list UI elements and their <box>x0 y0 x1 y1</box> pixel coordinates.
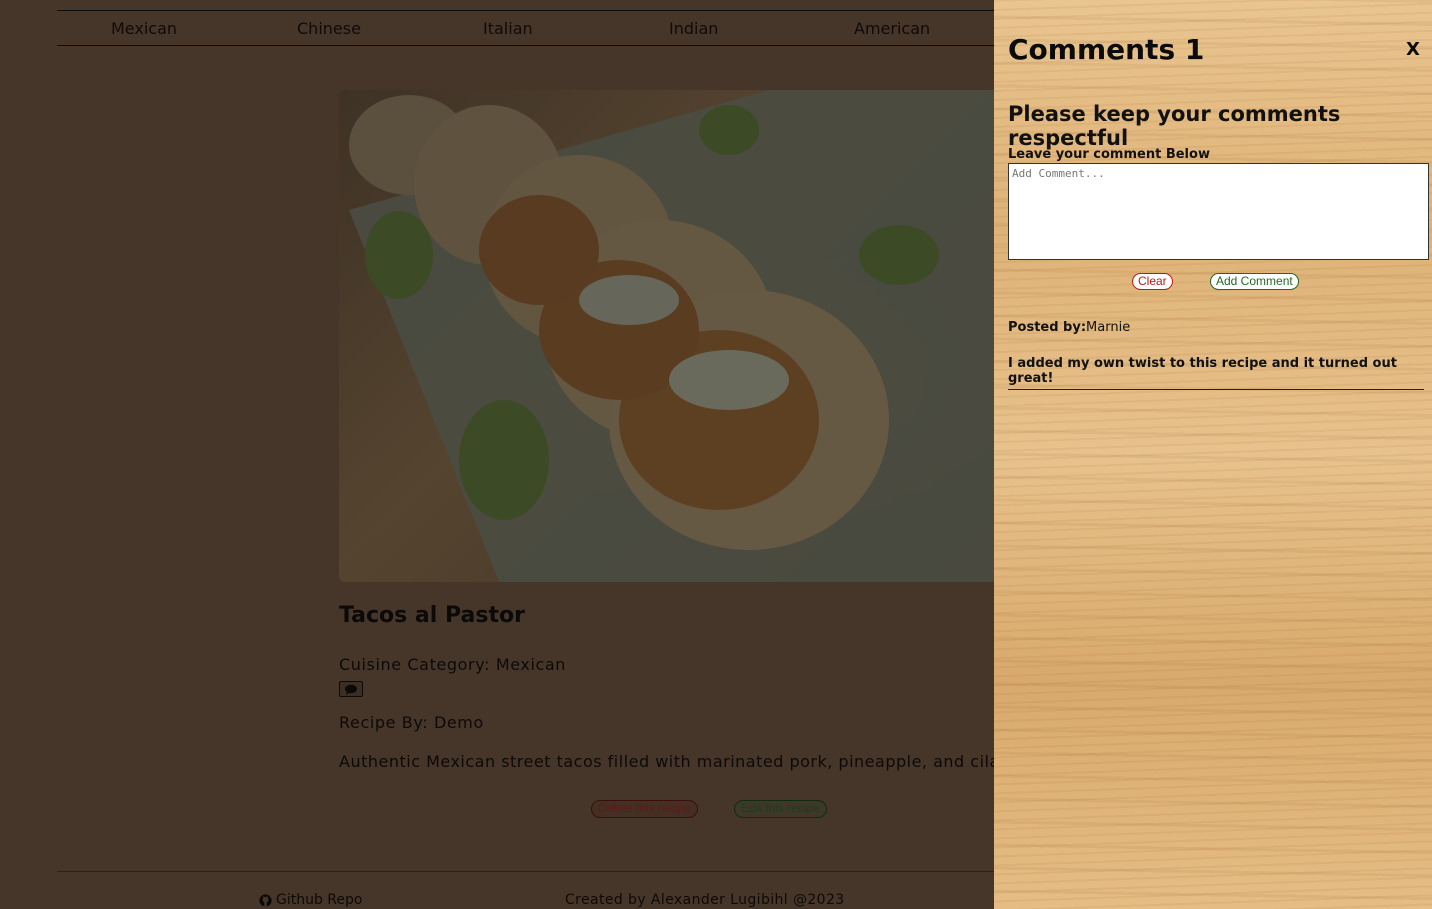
footer-divider <box>57 871 1057 872</box>
comment-divider <box>1008 389 1424 390</box>
recipe-title: Tacos al Pastor <box>339 603 525 628</box>
nav-item-indian[interactable]: Indian <box>669 19 718 38</box>
clear-comment-button[interactable]: Clear <box>1132 273 1173 290</box>
comment-author: Posted by:Marnie <box>1008 320 1130 335</box>
github-repo-label: Github Repo <box>276 892 363 908</box>
cuisine-category: Cuisine Category: Mexican <box>339 655 566 674</box>
posted-by-label: Posted by: <box>1008 320 1087 335</box>
nav-item-mexican[interactable]: Mexican <box>111 19 177 38</box>
comment-input[interactable] <box>1008 163 1429 260</box>
author-value: Demo <box>433 713 484 732</box>
cuisine-nav: Mexican Chinese Italian Indian American <box>57 10 1057 46</box>
cuisine-value: Mexican <box>495 655 567 674</box>
recipe-author: Recipe By: Demo <box>339 713 484 732</box>
comments-title: Comments 1 <box>1008 33 1205 66</box>
comment-field-label: Leave your comment Below <box>1008 147 1210 162</box>
github-repo-link[interactable]: Github Repo <box>259 892 362 908</box>
comment-body: I added my own twist to this recipe and … <box>1008 356 1397 386</box>
comments-drawer: Comments 1 X Please keep your comments r… <box>994 0 1432 909</box>
author-label: Recipe By: <box>339 713 429 732</box>
cuisine-label: Cuisine Category: <box>339 655 491 674</box>
github-icon <box>259 893 272 907</box>
close-comments-button[interactable]: X <box>1406 39 1420 60</box>
edit-recipe-button[interactable]: Edit this recipe <box>734 800 827 818</box>
recipe-image <box>339 90 1039 582</box>
open-comments-button[interactable] <box>339 681 363 697</box>
nav-item-italian[interactable]: Italian <box>483 19 533 38</box>
footer-credit: Created by Alexander Lugibihl @2023 <box>565 892 845 908</box>
comment-author-name: Marnie <box>1086 320 1131 335</box>
speech-bubble-icon <box>345 684 357 695</box>
comments-guideline: Please keep your comments respectful <box>1008 102 1341 150</box>
tacos-illustration <box>349 90 1039 582</box>
delete-recipe-button[interactable]: Delete this recipe <box>591 800 698 818</box>
nav-item-american[interactable]: American <box>854 19 930 38</box>
add-comment-button[interactable]: Add Comment <box>1210 273 1299 290</box>
recipe-description: Authentic Mexican street tacos filled wi… <box>339 752 1040 771</box>
nav-item-chinese[interactable]: Chinese <box>297 19 361 38</box>
